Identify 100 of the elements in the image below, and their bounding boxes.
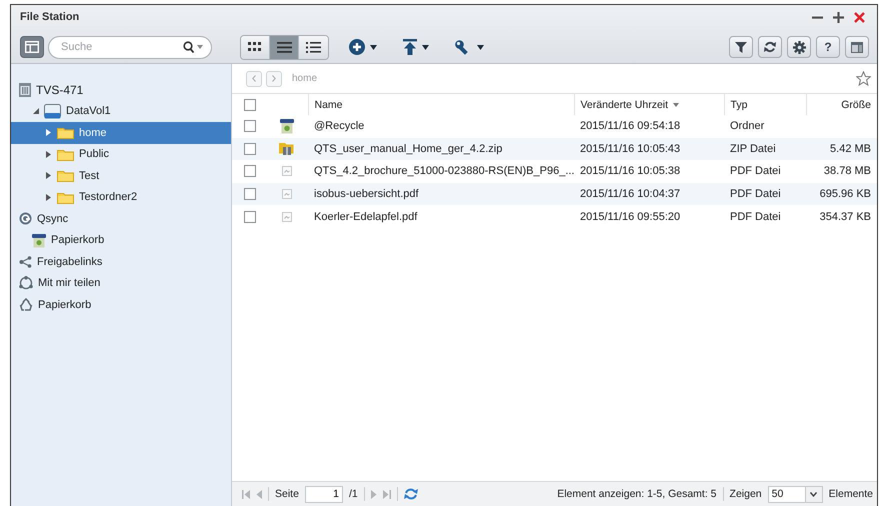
row-checkbox[interactable] (244, 142, 256, 155)
expand-toggle-icon[interactable] (32, 108, 38, 114)
folder-icon (57, 126, 74, 140)
table-cell: 695.96 KB (820, 188, 871, 200)
caret-icon (370, 44, 377, 50)
view-button[interactable] (270, 36, 299, 58)
chevron-right-icon (272, 75, 276, 82)
settings-button[interactable] (787, 36, 811, 58)
filter-button[interactable] (729, 36, 753, 58)
expand-toggle-icon[interactable] (46, 172, 51, 180)
detail-list-icon (306, 42, 321, 52)
tree-item[interactable]: Qsync (11, 208, 231, 230)
list-icon (276, 42, 292, 52)
file-name[interactable]: Koerler-Edelapfel.pdf (314, 210, 418, 223)
page-label: Seite (275, 488, 299, 500)
file-name[interactable]: @Recycle (314, 120, 364, 132)
document-icon (282, 189, 292, 200)
filter-icon (735, 42, 747, 52)
view-button[interactable] (299, 36, 328, 58)
people-circle-icon (19, 276, 33, 290)
refresh-button[interactable] (758, 36, 782, 58)
share-icon (19, 256, 32, 268)
server-icon (19, 82, 31, 97)
table-cell: PDF Datei (730, 210, 781, 223)
row-checkbox[interactable] (244, 165, 256, 178)
help-button[interactable]: ? (816, 36, 840, 58)
upload-menu-button[interactable] (403, 39, 429, 55)
panel-icon (851, 42, 863, 52)
search-input[interactable]: Suche (61, 41, 180, 53)
view-button[interactable] (241, 36, 270, 58)
table-cell: 2015/11/16 09:54:18 (580, 120, 680, 132)
sync-icon (19, 212, 32, 226)
tools-menu-button[interactable] (455, 39, 484, 55)
tree-item[interactable]: Papierkorb (11, 230, 231, 251)
recycle-bin-icon (280, 118, 294, 134)
tree-item[interactable]: Public (11, 144, 231, 165)
table-cell: 354.37 KB (820, 210, 871, 223)
chevron-left-icon (252, 75, 256, 82)
drive-icon (44, 104, 61, 119)
column-header[interactable]: Veränderte Uhrzeit (580, 98, 680, 110)
column-header[interactable]: Typ (730, 98, 748, 110)
tree-item[interactable]: Test (11, 165, 231, 186)
panel-toggle-button[interactable] (20, 36, 44, 58)
search-icon (183, 41, 194, 53)
row-checkbox[interactable] (244, 120, 256, 132)
expand-toggle-icon[interactable] (46, 194, 51, 201)
folder-icon (57, 190, 74, 204)
grid-icon (248, 42, 262, 52)
tree-item[interactable]: Testordner2 (11, 186, 231, 208)
sort-caret-icon[interactable] (673, 102, 680, 106)
chevron-down-icon (810, 492, 818, 496)
expand-toggle-icon[interactable] (46, 129, 51, 136)
page-field[interactable]: 1 (304, 486, 343, 502)
caret-icon (477, 44, 484, 50)
page-total: /1 (348, 488, 358, 500)
row-checkbox[interactable] (244, 188, 256, 200)
table-cell: 5.42 MB (830, 142, 871, 155)
upload-icon (403, 39, 417, 55)
expand-toggle-icon[interactable] (46, 150, 51, 158)
create-menu-button[interactable] (349, 39, 377, 55)
tree-item[interactable]: Papierkorb (11, 294, 231, 316)
window-title: File Station (20, 11, 80, 23)
unit-label: Elemente (828, 488, 873, 500)
close-icon[interactable] (854, 12, 865, 22)
show-label: Zeigen (730, 488, 762, 500)
table-cell: PDF Datei (730, 188, 781, 200)
plus-circle-icon (349, 39, 365, 55)
caret-icon (197, 45, 203, 49)
file-name[interactable]: QTS_4.2_brochure_51000-023880-RS(EN)B_P96_... (314, 165, 574, 178)
refresh-icon[interactable] (404, 488, 418, 500)
table-cell: 2015/11/16 10:04:37 (580, 188, 680, 200)
item-count: Element anzeigen: 1-5, Gesamt: 5 (557, 488, 717, 500)
maximize-icon[interactable] (833, 12, 844, 22)
refresh-icon (764, 41, 776, 53)
gear-icon (792, 40, 806, 54)
page-size-dropdown[interactable]: 50 (768, 486, 823, 502)
table-cell: 38.78 MB (824, 165, 871, 178)
table-cell: ZIP Datei (730, 142, 776, 155)
tree-item[interactable]: Mit mir teilen (11, 272, 231, 294)
document-icon (282, 166, 292, 176)
table-cell: 2015/11/16 10:05:38 (580, 165, 680, 178)
table-cell: 2015/11/16 09:55:20 (580, 210, 680, 223)
column-header[interactable]: Name (314, 98, 343, 110)
tree-item[interactable]: DataVol1 (11, 100, 231, 122)
recycle-icon (19, 298, 33, 312)
table-cell: Ordner (730, 120, 764, 132)
panel-button[interactable] (845, 36, 869, 58)
table-cell: 2015/11/16 10:05:43 (580, 142, 680, 155)
select-all-checkbox[interactable] (244, 98, 256, 110)
tree-item[interactable]: home (11, 122, 231, 144)
document-icon (282, 212, 292, 222)
row-checkbox[interactable] (244, 210, 256, 223)
recycle-bin-icon (32, 232, 46, 248)
tree-item[interactable]: Freigabelinks (11, 251, 231, 272)
search-field[interactable]: Suche (48, 36, 212, 58)
folder-icon (57, 148, 74, 161)
tree-item[interactable]: TVS-471 (11, 79, 231, 100)
folder-icon (57, 169, 74, 182)
column-header[interactable]: Größe (841, 98, 871, 110)
star-icon[interactable] (856, 71, 871, 86)
